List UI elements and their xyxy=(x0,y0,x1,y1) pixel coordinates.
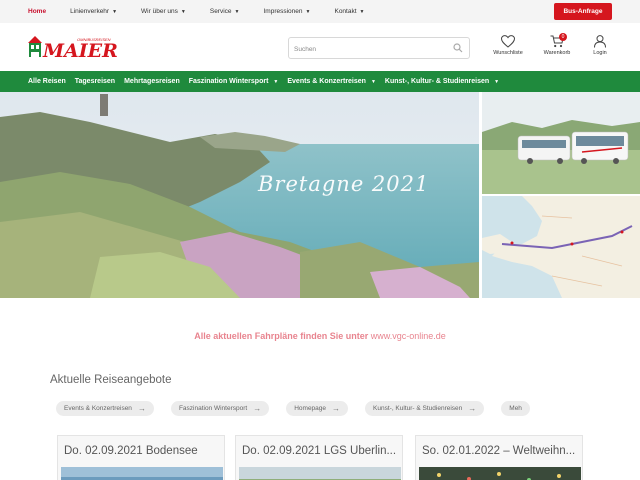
topnav-impressionen[interactable]: Impressionen ▼ xyxy=(264,8,311,15)
search-icon[interactable] xyxy=(453,43,463,53)
tag-homepage[interactable]: Homepage → xyxy=(286,401,349,416)
trip-card-title: So. 02.01.2022 – Weltweihn... xyxy=(422,445,576,457)
cart-button[interactable]: 0 Warenkorb xyxy=(537,33,577,56)
cart-count-badge: 0 xyxy=(559,33,567,41)
trip-card-title: Do. 02.09.2021 LGS Überlin... xyxy=(242,445,397,457)
login-button[interactable]: Login xyxy=(580,35,620,56)
main-nav: Alle Reisen Tagesreisen Mehrtagesreisen … xyxy=(0,71,640,92)
bus-anfrage-button[interactable]: Bus-Anfrage xyxy=(554,3,612,20)
logo[interactable]: MAIER OMNIBUSREISEN xyxy=(27,33,137,62)
nav-mehrtagesreisen[interactable]: Mehrtagesreisen xyxy=(124,78,180,85)
arrow-right-icon: → xyxy=(253,404,262,413)
chevron-down-icon: ▼ xyxy=(370,78,376,85)
heart-icon xyxy=(501,35,515,48)
chevron-down-icon: ▼ xyxy=(273,78,279,85)
topnav-linienverkehr[interactable]: Linienverkehr ▼ xyxy=(70,8,117,15)
trip-card-image xyxy=(419,467,581,480)
bus-photo xyxy=(482,92,640,194)
arrow-right-icon: → xyxy=(468,404,477,413)
tag-events-konzertreisen[interactable]: Events & Konzertreisen → xyxy=(56,401,154,416)
vgc-online-link[interactable]: www.vgc-online.de xyxy=(371,331,446,341)
login-label: Login xyxy=(593,50,607,56)
header: MAIER OMNIBUSREISEN Wunschliste 0 Warenk… xyxy=(0,23,640,71)
top-nav: Home Linienverkehr ▼ Wir über uns ▼ Servic… xyxy=(28,0,388,23)
section-title: Aktuelle Reiseangebote xyxy=(50,374,172,386)
nav-faszination-wintersport[interactable]: Faszination Wintersport ▼ xyxy=(189,78,279,85)
christmas-lights-image xyxy=(419,467,581,480)
wishlist-label: Wunschliste xyxy=(493,50,523,56)
trip-card[interactable]: Do. 02.09.2021 Bodensee xyxy=(57,435,225,480)
svg-text:OMNIBUSREISEN: OMNIBUSREISEN xyxy=(77,37,111,42)
garden-image xyxy=(239,467,401,480)
chevron-down-icon: ▼ xyxy=(305,8,311,15)
user-icon xyxy=(594,35,606,48)
nav-events-konzertreisen[interactable]: Events & Konzertreisen ▼ xyxy=(287,78,376,85)
chevron-down-icon: ▼ xyxy=(234,8,240,15)
logo-mark: MAIER OMNIBUSREISEN xyxy=(28,36,118,62)
top-bar: Home Linienverkehr ▼ Wir über uns ▼ Servic… xyxy=(0,0,640,23)
timetable-notice: Alle aktuellen Fahrpläne finden Sie unte… xyxy=(194,331,446,341)
topnav-kontakt[interactable]: Kontakt ▼ xyxy=(334,8,364,15)
search-input[interactable] xyxy=(289,39,449,60)
svg-text:MAIER: MAIER xyxy=(42,40,118,61)
hero-map-image[interactable] xyxy=(482,196,640,298)
tag-faszination-wintersport[interactable]: Faszination Wintersport → xyxy=(170,401,270,416)
hero-banner: Bretagne 2021 xyxy=(0,92,640,298)
nav-tagesreisen[interactable]: Tagesreisen xyxy=(75,78,115,85)
cart-label: Warenkorb xyxy=(543,50,571,56)
trip-card[interactable]: So. 02.01.2022 – Weltweihn... xyxy=(415,435,583,480)
nav-alle-reisen[interactable]: Alle Reisen xyxy=(28,78,66,85)
hero-title: Bretagne 2021 xyxy=(258,172,430,196)
topnav-service[interactable]: Service ▼ xyxy=(210,8,240,15)
arrow-right-icon: → xyxy=(137,404,146,413)
chevron-down-icon: ▼ xyxy=(180,8,186,15)
lake-image xyxy=(61,467,223,480)
trip-card[interactable]: Do. 02.09.2021 LGS Überlin... xyxy=(235,435,403,480)
topnav-wir-ueber-uns[interactable]: Wir über uns ▼ xyxy=(141,8,186,15)
chevron-down-icon: ▼ xyxy=(494,78,500,85)
wishlist-button[interactable]: Wunschliste xyxy=(488,35,528,56)
trip-card-title: Do. 02.09.2021 Bodensee xyxy=(64,445,198,457)
nav-kunst-kultur-studienreisen[interactable]: Kunst-, Kultur- & Studienreisen ▼ xyxy=(385,78,499,85)
arrow-right-icon: → xyxy=(332,404,341,413)
trip-card-image xyxy=(239,467,401,480)
chevron-down-icon: ▼ xyxy=(112,8,118,15)
search-box xyxy=(288,37,470,60)
tag-kunst-kultur-studienreisen[interactable]: Kunst-, Kultur- & Studienreisen → xyxy=(365,401,485,416)
tag-more[interactable]: Meh xyxy=(501,401,530,416)
trip-card-image xyxy=(61,467,223,480)
hero-bus-image[interactable] xyxy=(482,92,640,194)
topnav-home[interactable]: Home xyxy=(28,8,46,15)
chevron-down-icon: ▼ xyxy=(359,8,365,15)
route-map xyxy=(482,196,640,298)
category-tags: Events & Konzertreisen → Faszination Wint… xyxy=(56,401,547,416)
hero-main-image[interactable]: Bretagne 2021 xyxy=(0,92,479,298)
